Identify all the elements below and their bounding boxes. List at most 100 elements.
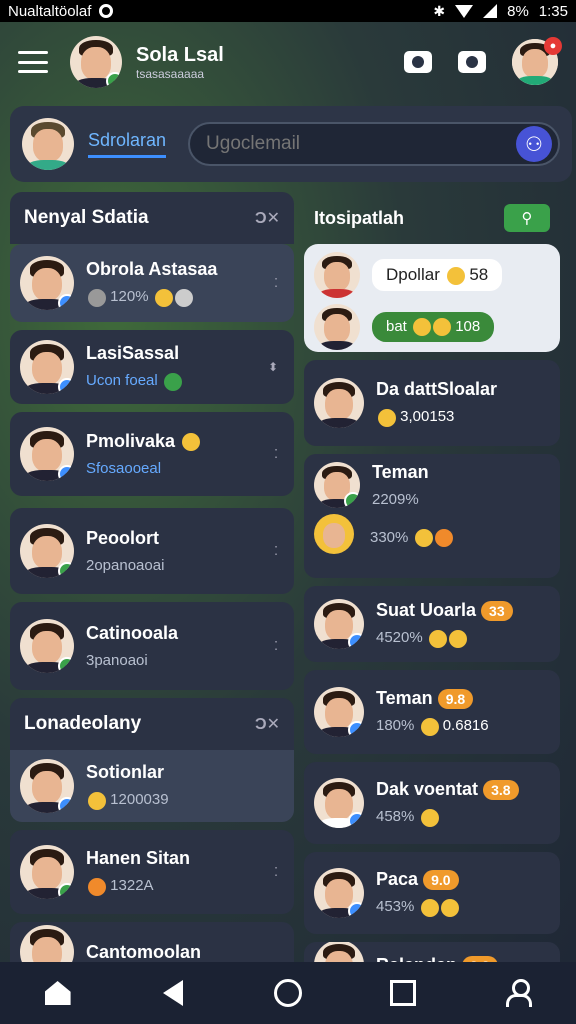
item-status: 458% — [376, 808, 550, 827]
avatar — [314, 599, 364, 649]
item-status: 2opanoaoai — [86, 557, 165, 574]
battery-text: 8% — [507, 2, 529, 20]
item-status: 180% 0.6816 — [376, 717, 489, 736]
list-item[interactable]: Suat Uoarla 33 4520% — [304, 586, 560, 662]
sync-icon — [99, 4, 114, 18]
list-item[interactable]: LasiSassal Ucon foeal ⬍ — [10, 330, 294, 404]
avatar — [20, 759, 74, 813]
item-name: Paca 9.0 — [376, 869, 550, 891]
wifi-icon — [455, 4, 474, 18]
list-item[interactable]: Hanen Sitan 1322A ⁚ — [10, 830, 294, 914]
list-item[interactable]: Dak voentat 3.8 458% — [304, 762, 560, 844]
more-icon[interactable]: ⁚ — [274, 544, 278, 558]
search-box[interactable]: ⚇ — [188, 122, 560, 166]
profile-subtitle: tsasasaaaaa — [136, 66, 205, 81]
avatar — [314, 687, 364, 737]
profile-avatar[interactable] — [70, 36, 122, 88]
item-status: 4520% — [376, 629, 550, 648]
top-bar: Sola Lsal tsasasaaaaa ● — [0, 22, 576, 102]
carrier-text: Nualtaltöolaf — [8, 2, 92, 20]
section-title: Lonadeolany — [24, 713, 142, 734]
item-name: Catinooala — [86, 623, 179, 643]
right-title: Itosipatlah — [314, 207, 405, 228]
avatar — [314, 868, 364, 918]
item-name: LasiSassal — [86, 343, 180, 364]
list-item[interactable]: Peoolort 2opanoaoai ⁚ — [10, 508, 294, 594]
profile-name: Sola Lsal — [136, 43, 224, 66]
more-icon[interactable]: ⬍ — [268, 360, 278, 374]
section-header: Lonadeolany Ͻ✕ — [10, 698, 294, 750]
home-circle-icon[interactable] — [270, 975, 306, 1011]
signal-icon — [483, 4, 498, 18]
avatar — [314, 514, 354, 554]
item-name: Da dattSloalar — [376, 379, 498, 400]
list-item[interactable]: Obrola Astasaa 120% ⁚ — [10, 244, 294, 322]
item-status: 120% — [86, 288, 284, 307]
item-status: Sfosaooeal — [86, 460, 162, 477]
account-avatar[interactable]: ● — [512, 37, 562, 85]
avatar — [314, 252, 360, 298]
avatar — [314, 778, 364, 828]
avatar — [20, 340, 74, 394]
profile-icon[interactable] — [500, 975, 536, 1011]
avatar — [20, 256, 74, 310]
item-status: 1322A — [86, 877, 284, 896]
avatar — [20, 845, 74, 899]
avatar — [20, 524, 74, 578]
avatar — [314, 378, 364, 428]
list-item[interactable]: Catinooala 3panoaoi ⁚ — [10, 602, 294, 690]
chat-bubble-card[interactable]: Dpollar 58 bat 108 — [304, 244, 560, 352]
user-avatar[interactable] — [22, 118, 74, 170]
camera-switch-icon[interactable] — [458, 51, 486, 73]
left-column: Nenyal Sdatia Ͻ✕ Obrola Astasaa 120% ⁚ L… — [10, 192, 294, 990]
avatar — [20, 427, 74, 481]
status-bar: Nualtaltöolaf ✱ 8% 1:35 — [0, 0, 576, 22]
close-icon[interactable]: Ͻ✕ — [255, 208, 280, 228]
item-name: Cantomoolan — [86, 941, 201, 962]
avatar — [314, 304, 360, 350]
search-tab[interactable]: Sdrolaran — [88, 130, 167, 158]
recents-icon[interactable] — [385, 975, 421, 1011]
item-status: 3panoaoi — [86, 652, 148, 669]
list-item[interactable]: Paca 9.0 453% — [304, 852, 560, 934]
reaction-bar: bat 108 — [372, 311, 495, 343]
more-icon[interactable]: ⁚ — [274, 639, 278, 653]
bottom-nav — [0, 962, 576, 1024]
item-name: Peoolort — [86, 528, 160, 548]
search-panel: Sdrolaran ⚇ — [10, 106, 572, 182]
list-item[interactable]: Da dattSloalar 3,00153 — [304, 360, 560, 446]
message-bubble: Dpollar 58 — [372, 259, 503, 291]
item-status: 3,00153 — [376, 408, 550, 427]
list-item[interactable]: Teman 2209% 330% — [304, 454, 560, 578]
item-status: 330% — [370, 529, 453, 548]
bluetooth-icon: ✱ — [433, 2, 446, 19]
close-icon[interactable]: Ͻ✕ — [255, 714, 280, 734]
list-item[interactable]: Teman 9.8 180% 0.6816 — [304, 670, 560, 754]
search-input[interactable] — [206, 133, 516, 155]
more-icon[interactable]: ⁚ — [274, 276, 278, 290]
back-icon[interactable] — [155, 975, 191, 1011]
item-name: Teman 9.8 — [376, 688, 550, 710]
more-icon[interactable]: ⁚ — [274, 447, 278, 461]
list-item[interactable]: Pmolivaka Sfosaooeal ⁚ — [10, 412, 294, 496]
search-icon[interactable]: ⚲ — [504, 204, 550, 232]
notification-badge: ● — [544, 37, 562, 55]
item-name: Obrola Astasaa — [86, 259, 218, 280]
item-status: Ucon foeal — [86, 372, 284, 391]
item-name: Suat Uoarla 33 — [376, 600, 550, 622]
item-status: 453% — [376, 898, 550, 917]
item-status: 1200039 — [86, 791, 284, 810]
avatar — [20, 619, 74, 673]
right-header: Itosipatlah ⚲ — [304, 192, 560, 244]
section-header: Nenyal Sdatia Ͻ✕ — [10, 192, 294, 244]
search-button[interactable]: ⚇ — [516, 126, 552, 162]
right-column: Itosipatlah ⚲ Dpollar 58 bat 108 Da datt… — [304, 192, 560, 996]
menu-icon[interactable] — [18, 51, 48, 73]
item-name: Teman — [372, 462, 429, 482]
list-item[interactable]: Sotionlar 1200039 — [10, 750, 294, 822]
home-icon[interactable] — [40, 975, 76, 1011]
more-icon[interactable]: ⁚ — [274, 865, 278, 879]
item-name: Dak voentat 3.8 — [376, 779, 550, 801]
item-name: Pmolivaka — [86, 431, 284, 452]
camera-icon[interactable] — [404, 51, 432, 73]
